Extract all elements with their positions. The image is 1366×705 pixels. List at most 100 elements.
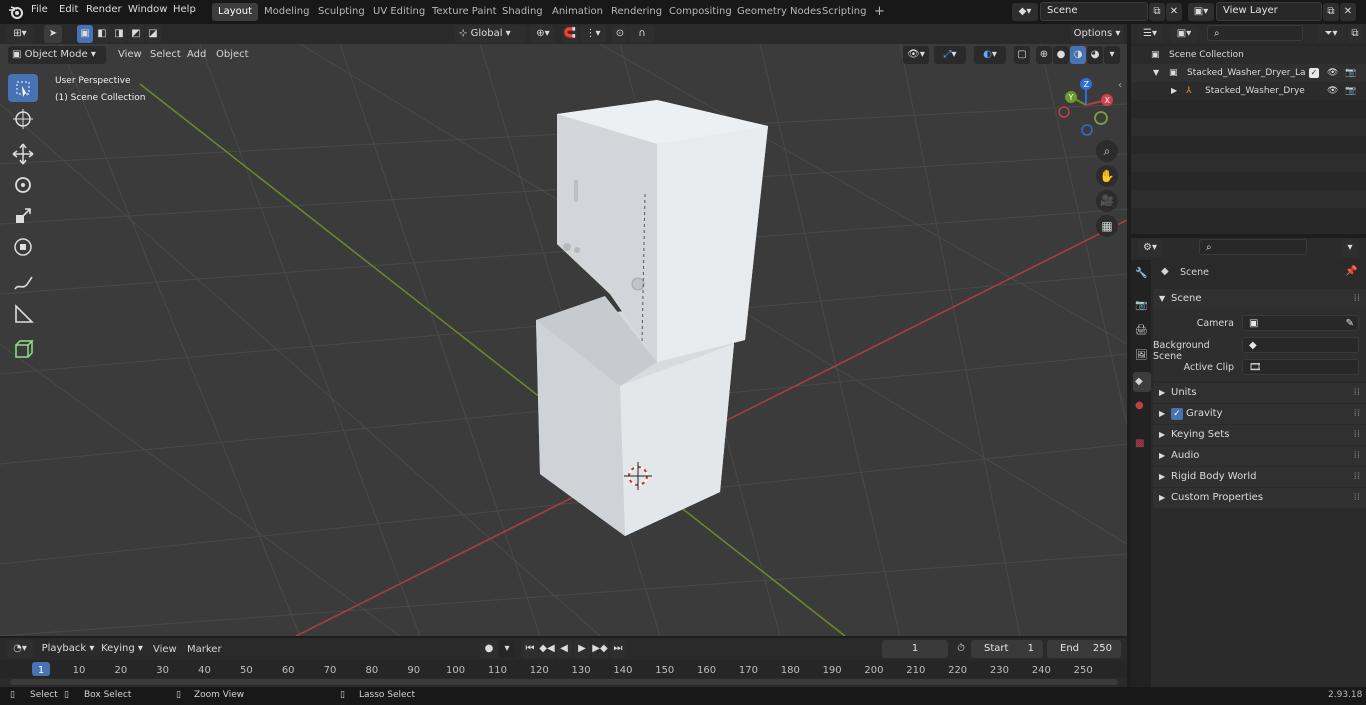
view-layer-tab-icon[interactable]: 🖼 bbox=[1135, 350, 1148, 361]
auto-keying-record-icon[interactable]: ● bbox=[480, 640, 498, 658]
gravity-panel-header[interactable]: ▶ ✓ Gravity ⁞⁞ bbox=[1153, 404, 1366, 424]
tab-sculpting[interactable]: Sculpting bbox=[312, 3, 371, 21]
texture-tab-icon[interactable]: ▩ bbox=[1135, 438, 1144, 449]
delete-scene-icon[interactable]: ✕ bbox=[1166, 3, 1182, 21]
render-tab-icon[interactable]: 📷 bbox=[1135, 300, 1147, 311]
solid-shading-icon[interactable]: ● bbox=[1053, 46, 1069, 64]
transform-orientation-dropdown[interactable]: ⊹ Global ▾ bbox=[455, 25, 525, 43]
viewport-menu-select[interactable]: Select bbox=[150, 49, 181, 60]
outliner-search-input[interactable]: ⌕ bbox=[1207, 25, 1303, 41]
pan-view-hand-icon[interactable]: ✋ bbox=[1096, 165, 1118, 187]
timeline-scrollbar[interactable] bbox=[10, 679, 1118, 685]
pivot-point-dropdown[interactable]: ⊕▾ bbox=[531, 25, 555, 43]
sidebar-toggle-chevron-icon[interactable]: ‹ bbox=[1118, 80, 1122, 91]
drag-handle-icon[interactable]: ⁞⁞ bbox=[1354, 383, 1360, 403]
tab-animation[interactable]: Animation bbox=[546, 3, 609, 21]
select-mode-subtract-icon[interactable]: ◨ bbox=[111, 25, 127, 43]
tool-move-icon[interactable] bbox=[8, 140, 38, 168]
outliner-row-scene-collection[interactable]: ▣ Scene Collection bbox=[1131, 46, 1366, 64]
expand-chevron-icon[interactable]: ▶ bbox=[1171, 82, 1177, 100]
exclude-checkbox[interactable]: ✓ bbox=[1309, 68, 1319, 78]
play-icon[interactable]: ▶ bbox=[574, 640, 590, 658]
playback-menu[interactable]: Playback ▾ bbox=[40, 640, 96, 658]
select-tool-icon[interactable]: ➤ bbox=[44, 25, 62, 43]
scene-tab-icon[interactable]: ◆ bbox=[1133, 372, 1151, 392]
tool-scale-icon[interactable] bbox=[8, 202, 38, 230]
scene-browse-button[interactable]: ◆▾ bbox=[1012, 3, 1038, 21]
jump-start-icon[interactable]: ⏮ bbox=[522, 640, 538, 658]
mode-dropdown[interactable]: ▣ Object Mode ▾ bbox=[8, 46, 106, 64]
tool-measure-icon[interactable] bbox=[8, 300, 38, 328]
drag-handle-icon[interactable]: ⁞⁞ bbox=[1354, 404, 1360, 424]
units-panel-header[interactable]: ▶ Units ⁞⁞ bbox=[1153, 383, 1366, 403]
start-frame-field[interactable]: Start 1 bbox=[971, 640, 1043, 658]
tool-add-cube-icon[interactable] bbox=[8, 335, 38, 363]
new-view-layer-icon[interactable]: ⧉ bbox=[1323, 3, 1339, 21]
tab-layout[interactable]: Layout bbox=[212, 3, 258, 21]
keying-menu[interactable]: Keying ▾ bbox=[98, 640, 146, 658]
wireframe-shading-icon[interactable]: ⊕ bbox=[1036, 46, 1052, 64]
xray-toggle-icon[interactable]: ▢ bbox=[1014, 46, 1030, 64]
tab-uv-editing[interactable]: UV Editing bbox=[367, 3, 431, 21]
play-reverse-icon[interactable]: ◀ bbox=[556, 640, 572, 658]
view-layer-field[interactable]: View Layer bbox=[1216, 2, 1322, 21]
rendered-shading-icon[interactable]: ◕ bbox=[1087, 46, 1103, 64]
keying-options-icon[interactable]: ▾ bbox=[499, 640, 515, 658]
viewport-menu-add[interactable]: Add bbox=[187, 49, 206, 60]
expand-chevron-icon[interactable]: ▼ bbox=[1153, 64, 1159, 82]
preview-range-stopwatch-icon[interactable]: ⏱ bbox=[954, 640, 968, 658]
tool-tab-icon[interactable]: 🔧 bbox=[1135, 268, 1147, 279]
menu-window[interactable]: Window bbox=[128, 4, 167, 15]
custom-properties-panel-header[interactable]: ▶ Custom Properties ⁞⁞ bbox=[1153, 488, 1366, 508]
snap-target-dropdown[interactable]: ⋮▾ bbox=[580, 25, 606, 43]
new-collection-icon[interactable]: ⧉ bbox=[1348, 25, 1362, 43]
3d-viewport[interactable]: ▣ Object Mode ▾ View Select Add Object 👁… bbox=[0, 44, 1127, 636]
editor-type-button[interactable]: ⊞▾ bbox=[6, 25, 34, 43]
tool-annotate-icon[interactable] bbox=[8, 269, 38, 297]
eye-visibility-icon[interactable]: 👁 bbox=[1327, 82, 1338, 100]
viewport-scene[interactable] bbox=[0, 44, 1127, 636]
tab-shading[interactable]: Shading bbox=[496, 3, 549, 21]
select-mode-intersect-icon[interactable]: ◪ bbox=[145, 25, 161, 43]
drag-handle-icon[interactable]: ⁞⁞ bbox=[1354, 289, 1360, 309]
display-mode-icon[interactable]: ▣▾ bbox=[1171, 25, 1197, 43]
properties-options-chevron-icon[interactable]: ▾ bbox=[1341, 239, 1359, 257]
drag-handle-icon[interactable]: ⁞⁞ bbox=[1354, 467, 1360, 487]
snap-toggle-icon[interactable]: 🧲 bbox=[562, 25, 578, 43]
properties-editor-type-icon[interactable]: ⚙▾ bbox=[1137, 239, 1163, 257]
keying-sets-panel-header[interactable]: ▶ Keying Sets ⁞⁞ bbox=[1153, 425, 1366, 445]
camera-render-icon[interactable]: 📷 bbox=[1345, 64, 1356, 82]
camera-field[interactable]: ▣ ✎ bbox=[1242, 315, 1359, 331]
output-tab-icon[interactable]: 🖨 bbox=[1135, 325, 1148, 336]
pin-icon[interactable]: 📌 bbox=[1345, 266, 1357, 277]
audio-panel-header[interactable]: ▶ Audio ⁞⁞ bbox=[1153, 446, 1366, 466]
add-workspace-button[interactable]: + bbox=[868, 3, 891, 21]
tool-transform-icon[interactable] bbox=[8, 233, 38, 261]
tool-select-box[interactable] bbox=[8, 74, 38, 102]
timeline-view-menu[interactable]: View bbox=[153, 644, 177, 655]
timeline-editor-type-icon[interactable]: ◔▾ bbox=[6, 640, 34, 658]
delete-view-layer-icon[interactable]: ✕ bbox=[1340, 3, 1356, 21]
tool-cursor-icon[interactable] bbox=[8, 105, 38, 133]
tab-compositing[interactable]: Compositing bbox=[663, 3, 738, 21]
new-scene-icon[interactable]: ⧉ bbox=[1149, 3, 1165, 21]
menu-edit[interactable]: Edit bbox=[59, 4, 78, 15]
proportional-edit-icon[interactable]: ⊙ bbox=[612, 25, 628, 43]
tab-geometry-nodes[interactable]: Geometry Nodes bbox=[731, 3, 827, 21]
world-tab-icon[interactable]: ● bbox=[1135, 400, 1144, 411]
navigation-gizmo[interactable]: Z X Y bbox=[1054, 74, 1120, 140]
active-clip-field[interactable]: 🎞 bbox=[1242, 359, 1359, 375]
end-frame-field[interactable]: End 250 bbox=[1047, 640, 1121, 658]
viewport-menu-view[interactable]: View bbox=[118, 49, 142, 60]
zoom-view-icon[interactable]: ⌕ bbox=[1096, 140, 1118, 162]
gravity-checkbox[interactable]: ✓ bbox=[1171, 408, 1183, 420]
falloff-dropdown[interactable]: ∩ bbox=[629, 25, 655, 43]
select-mode-extend-icon[interactable]: ◧ bbox=[94, 25, 110, 43]
tab-scripting[interactable]: Scripting bbox=[816, 3, 872, 21]
blender-logo-icon[interactable] bbox=[8, 4, 24, 20]
background-scene-field[interactable]: ◆ bbox=[1242, 337, 1359, 353]
drag-handle-icon[interactable]: ⁞⁞ bbox=[1354, 446, 1360, 466]
tool-rotate-icon[interactable] bbox=[8, 171, 38, 199]
menu-help[interactable]: Help bbox=[173, 4, 196, 15]
next-keyframe-icon[interactable]: ▶◆ bbox=[592, 640, 608, 658]
